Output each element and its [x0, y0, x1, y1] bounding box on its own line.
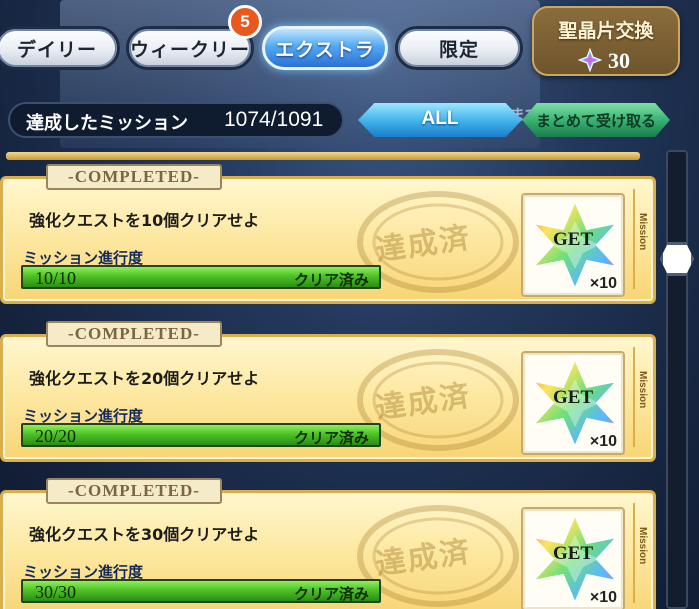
reward-get-label: GET — [552, 229, 594, 250]
reward-quantity: ×10 — [589, 589, 617, 606]
mission-side-label: Mission — [637, 213, 648, 251]
summary-label: 達成したミッション — [26, 113, 188, 134]
mission-side-tab: Mission — [633, 189, 653, 289]
reward-quantity: ×10 — [589, 275, 617, 292]
mission-side-tab: Mission — [633, 503, 653, 603]
exchange-count: 30 — [608, 48, 630, 73]
progress-status: クリア済み — [293, 271, 369, 289]
reward-quantity: ×10 — [589, 433, 617, 450]
tab-extra-label: エクストラ — [275, 38, 375, 61]
scrollbar-track[interactable] — [666, 150, 688, 609]
notification-badge: 5 — [228, 5, 262, 39]
completed-ribbon: -COMPLETED- — [46, 164, 222, 190]
mission-text: 強化クエストを10個クリアせよ — [29, 211, 260, 230]
reward-box[interactable]: GET ×10 — [521, 193, 625, 297]
progress-bar: 30/30 クリア済み — [21, 579, 381, 603]
mission-card[interactable]: 強化クエストを30個クリアせよ 達成済 ミッション進行度 30/30 クリア済み — [0, 490, 656, 609]
reward-get-label: GET — [552, 387, 594, 408]
claim-all-label: まとめて受け取る — [535, 112, 656, 130]
achieved-missions-summary: 達成したミッション 1074/1091 — [8, 102, 344, 138]
mission-side-tab: Mission — [633, 347, 653, 447]
mission-card[interactable]: 強化クエストを10個クリアせよ 達成済 ミッション進行度 10/10 クリア済み — [0, 176, 656, 304]
mission-card[interactable]: 強化クエストを20個クリアせよ 達成済 ミッション進行度 20/20 クリア済み — [0, 334, 656, 462]
list-top-edge — [6, 152, 640, 160]
progress-value: 20/20 — [35, 426, 77, 446]
tab-daily-label: デイリー — [16, 38, 97, 61]
progress-status: クリア済み — [293, 429, 369, 447]
filter-all-label: ALL — [421, 108, 459, 129]
mission-text: 強化クエストを30個クリアせよ — [29, 525, 260, 544]
progress-bar: 20/20 クリア済み — [21, 423, 381, 447]
tab-daily[interactable]: デイリー — [0, 26, 120, 70]
progress-value: 30/30 — [35, 582, 77, 602]
summary-count: 1074/1091 — [224, 108, 324, 131]
tab-limited[interactable]: 限定 — [395, 26, 523, 70]
reward-get-label: GET — [552, 543, 594, 564]
progress-bar: 10/10 クリア済み — [21, 265, 381, 289]
mission-side-label: Mission — [637, 371, 648, 409]
tab-limited-label: 限定 — [438, 38, 479, 61]
completed-ribbon: -COMPLETED- — [46, 321, 222, 347]
reward-box[interactable]: GET ×10 — [521, 351, 625, 455]
progress-status: クリア済み — [293, 585, 369, 603]
exchange-button[interactable]: 聖晶片交換 30 — [532, 6, 680, 76]
tab-extra[interactable]: エクストラ — [262, 26, 388, 70]
tab-weekly-label: ウィークリー — [129, 38, 250, 61]
exchange-label: 聖晶片交換 — [558, 20, 654, 42]
reward-box[interactable]: GET ×10 — [521, 507, 625, 609]
claim-all-button[interactable]: まとめて受け取る — [522, 103, 670, 137]
saint-quartz-fragment-icon — [578, 48, 602, 72]
mission-side-label: Mission — [637, 527, 648, 565]
completed-ribbon: -COMPLETED- — [46, 478, 222, 504]
filter-all-button[interactable]: ALL — [358, 103, 522, 137]
mission-text: 強化クエストを20個クリアせよ — [29, 369, 260, 388]
progress-value: 10/10 — [35, 268, 77, 288]
